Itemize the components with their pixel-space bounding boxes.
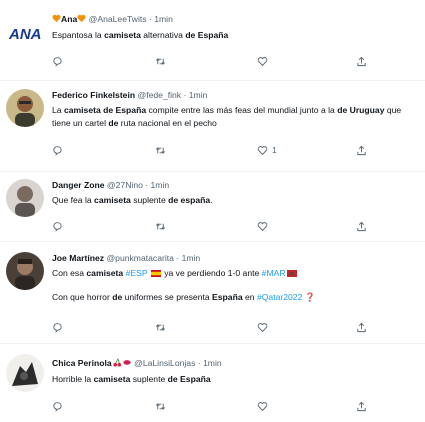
kiss-mark-icon [122, 358, 132, 370]
share-icon [357, 221, 366, 231]
hashtag-link[interactable]: #ESP [126, 268, 148, 278]
retweet-button[interactable] [155, 320, 166, 334]
tweet[interactable]: ANA Ana @AnaLeeTwits · 1min Espantosa la… [0, 0, 425, 80]
retweet-icon [156, 146, 165, 154]
author-name[interactable]: Federico Finkelstein [52, 90, 135, 100]
tweet-actions [0, 54, 366, 68]
retweet-icon [156, 57, 165, 65]
tweet-text: Horrible la camiseta suplente de España [52, 374, 211, 384]
heart-icon [257, 145, 268, 155]
like-button[interactable] [257, 320, 272, 334]
tweet-feed: ANA Ana @AnaLeeTwits · 1min Espantosa la… [0, 0, 425, 422]
hashtag-link[interactable]: #MAR [262, 268, 286, 278]
cherries-icon [112, 357, 122, 370]
timestamp[interactable]: 1min [203, 358, 222, 368]
author-handle[interactable]: @punkmatacarita [106, 253, 173, 263]
like-count: 1 [272, 145, 277, 155]
author-name[interactable]: Ana [61, 14, 77, 24]
reply-button[interactable] [52, 399, 63, 413]
share-icon [357, 145, 366, 155]
tweet[interactable]: Chica Perinola @LaLinsiLonjas · 1min Hor… [0, 344, 425, 422]
spain-flag-icon [150, 268, 161, 277]
heart-icon [257, 221, 268, 231]
avatar[interactable] [6, 179, 44, 217]
avatar[interactable] [6, 252, 44, 290]
retweet-button[interactable] [155, 399, 166, 413]
share-icon [357, 56, 366, 66]
retweet-icon [156, 402, 165, 410]
author-handle[interactable]: @LaLinsiLonjas [134, 358, 195, 368]
like-button[interactable] [257, 54, 272, 68]
tweet-text: La camiseta de España compite entre las … [52, 105, 402, 128]
ana-logo-icon: ANA [8, 26, 42, 43]
retweet-button[interactable] [155, 143, 166, 157]
hashtag-link[interactable]: #Qatar2022 [257, 292, 302, 302]
author-name[interactable]: Joe Martínez [52, 253, 104, 263]
timestamp[interactable]: 1min [189, 90, 208, 100]
like-button[interactable] [257, 219, 272, 233]
author-name[interactable]: Danger Zone [52, 180, 105, 190]
reply-button[interactable] [52, 219, 63, 233]
tweet-actions: 1 [0, 143, 366, 157]
share-icon [357, 322, 366, 332]
person-photo [6, 354, 44, 392]
reply-button[interactable] [52, 320, 63, 334]
reply-icon [53, 145, 62, 156]
orange-heart-icon [77, 14, 86, 26]
heart-icon [257, 401, 268, 411]
tweet-text: Espantosa la camiseta alternativa de Esp… [52, 30, 229, 40]
author-handle[interactable]: @fede_fink [138, 90, 182, 100]
timestamp[interactable]: 1min [151, 180, 170, 190]
avatar[interactable] [6, 354, 44, 392]
share-button[interactable] [356, 320, 367, 334]
timestamp[interactable]: 1min [154, 14, 173, 24]
retweet-button[interactable] [155, 219, 166, 233]
retweet-icon [156, 323, 165, 331]
orange-heart-icon [52, 14, 61, 26]
reply-icon [53, 221, 62, 232]
person-photo [6, 252, 44, 290]
tweet-actions [0, 399, 366, 413]
retweet-icon [156, 222, 165, 230]
share-button[interactable] [356, 219, 367, 233]
person-photo [6, 89, 44, 127]
tweet-actions [0, 320, 366, 334]
retweet-button[interactable] [155, 54, 166, 68]
like-button[interactable] [257, 399, 272, 413]
avatar[interactable] [6, 89, 44, 127]
heart-icon [257, 322, 268, 332]
heart-icon [257, 56, 268, 66]
reply-icon [53, 401, 62, 412]
timestamp[interactable]: 1min [182, 253, 201, 263]
reply-icon [53, 56, 62, 67]
avatar[interactable]: ANA [6, 13, 44, 51]
share-icon [357, 401, 366, 411]
reply-icon [53, 322, 62, 333]
tweet[interactable]: Danger Zone @27Nino · 1min Que fea la ca… [0, 172, 425, 241]
reply-button[interactable] [52, 54, 63, 68]
person-photo [6, 179, 44, 217]
tweet-text: Con esa camiseta #ESP ya ve perdiendo 1-… [52, 268, 316, 302]
reply-button[interactable] [52, 143, 63, 157]
author-handle[interactable]: @27Nino [107, 180, 143, 190]
share-button[interactable] [356, 54, 367, 68]
tweet-text: Que fea la camiseta suplente de españa. [52, 195, 213, 205]
share-button[interactable] [356, 399, 367, 413]
tweet-actions [0, 219, 366, 233]
svg-text:ANA: ANA [8, 26, 42, 43]
tweet[interactable]: Joe Martínez @punkmatacarita · 1min Con … [0, 242, 425, 343]
tweet[interactable]: Federico Finkelstein @fede_fink · 1min L… [0, 81, 425, 171]
author-handle[interactable]: @AnaLeeTwits [89, 14, 147, 24]
morocco-flag-icon [286, 268, 297, 277]
author-name[interactable]: Chica Perinola [52, 358, 112, 368]
share-button[interactable] [356, 143, 367, 157]
like-button[interactable]: 1 [257, 143, 277, 157]
